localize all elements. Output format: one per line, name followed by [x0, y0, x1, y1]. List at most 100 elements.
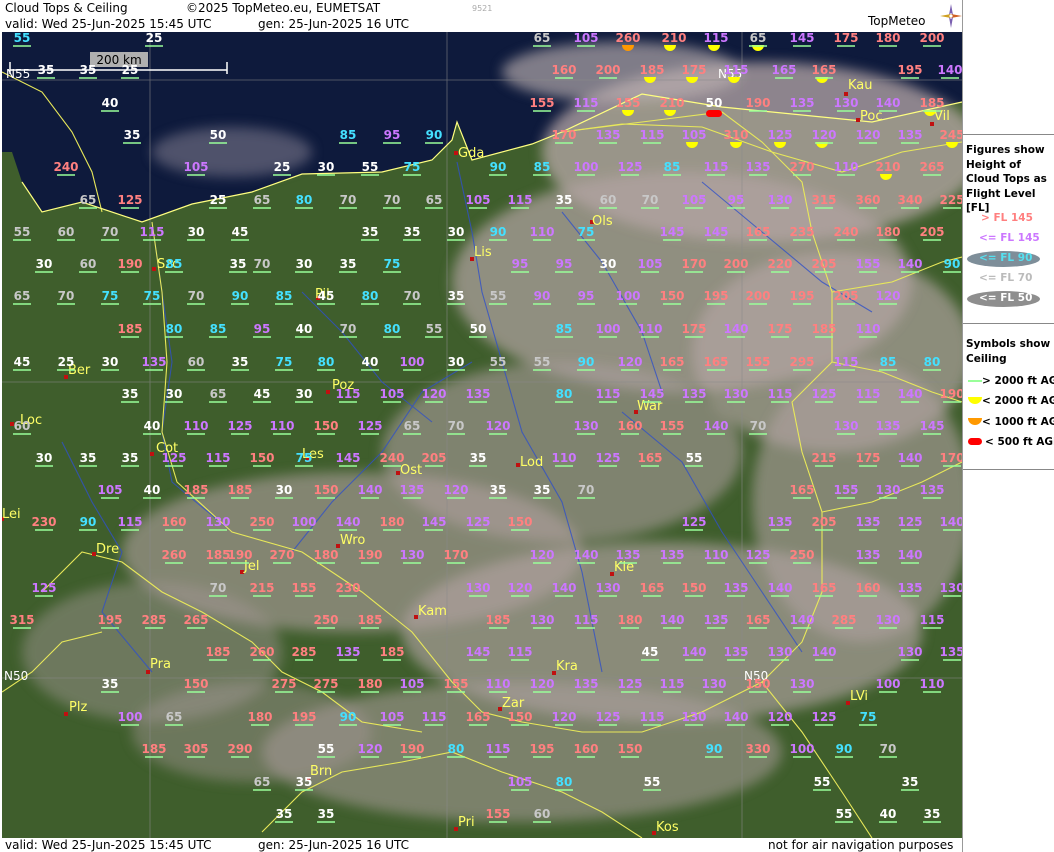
- cloud-top-label: 105: [573, 32, 598, 45]
- cloud-top-label: 155: [833, 483, 858, 497]
- cloud-top-label: 305: [183, 742, 208, 756]
- cloud-top-label: 65: [80, 193, 97, 207]
- cloud-top-label: 120: [357, 742, 382, 756]
- cloud-top-label: 125: [681, 515, 706, 529]
- cloud-top-label: 55: [426, 322, 443, 336]
- cloud-top-label: 50: [706, 96, 723, 110]
- cloud-top-label: 240: [833, 225, 858, 239]
- cloud-top-label: 115: [573, 613, 598, 627]
- ceiling-500-icon: [968, 438, 982, 445]
- disclaimer: not for air navigation purposes: [768, 838, 954, 852]
- city-marker: [152, 267, 156, 271]
- cloud-top-label: 70: [188, 289, 205, 303]
- cloud-top-label: 95: [384, 128, 401, 142]
- legend-symbols-title: Symbols show Ceiling: [966, 338, 1051, 365]
- cloud-top-label: 35: [318, 807, 335, 821]
- cloud-top-label: 150: [249, 451, 274, 465]
- cloud-top-label: 215: [249, 581, 274, 595]
- cloud-top-label: 80: [448, 742, 465, 756]
- cloud-top-label: 145: [421, 515, 446, 529]
- cloud-top-label: 140: [897, 257, 922, 271]
- city-marker: [64, 712, 68, 716]
- cloud-top-label: 30: [102, 355, 119, 369]
- cloud-top-label: 60: [188, 355, 205, 369]
- cloud-top-label: 125: [117, 193, 142, 207]
- cloud-top-label: 30: [296, 257, 313, 271]
- cloud-top-label: 75: [578, 225, 595, 239]
- cloud-top-label: 115: [485, 742, 510, 756]
- cloud-top-label: 150: [183, 677, 208, 691]
- cloud-top-label: 110: [551, 451, 576, 465]
- cloud-top-label: 105: [379, 387, 404, 401]
- cloud-top-label: 185: [141, 742, 166, 756]
- cloud-top-label: 230: [31, 515, 56, 529]
- cloud-top-label: 65: [404, 419, 421, 433]
- cloud-top-label: 115: [335, 387, 360, 401]
- cloud-top-label: 140: [875, 96, 900, 110]
- cloud-top-label: 190: [357, 548, 382, 562]
- city-marker: [150, 452, 154, 456]
- cloud-top-label: 125: [595, 710, 620, 724]
- cloud-top-label: 125: [617, 677, 642, 691]
- cloud-top-label: 275: [271, 677, 296, 691]
- cloud-top-label: 55: [14, 225, 31, 239]
- cloud-top-label: 285: [291, 645, 316, 659]
- cloud-top-label: 295: [789, 355, 814, 369]
- cloud-top-label: 80: [556, 775, 573, 789]
- cloud-top-label: 55: [686, 451, 703, 465]
- cloud-top-label: 130: [939, 581, 962, 595]
- latitude-label: N55: [6, 67, 30, 81]
- cloud-top-label: 60: [600, 193, 617, 207]
- cloud-top-label: 120: [485, 419, 510, 433]
- cloud-top-label: 205: [811, 515, 836, 529]
- cloud-top-label: 130: [205, 515, 230, 529]
- cloud-top-label: 210: [659, 96, 684, 110]
- cloud-top-label: 140: [897, 387, 922, 401]
- cloud-top-label: 110: [919, 677, 944, 691]
- cloud-top-label: 135: [897, 128, 922, 142]
- cloud-top-label: 40: [296, 322, 313, 336]
- cloud-top-label: 180: [617, 613, 642, 627]
- cloud-top-label: 315: [9, 613, 34, 627]
- cloud-top-label: 145: [335, 451, 360, 465]
- cloud-top-label: 205: [919, 225, 944, 239]
- cloud-top-label: 330: [745, 742, 770, 756]
- cloud-top-label: 35: [296, 775, 313, 789]
- city-label: Kra: [556, 659, 578, 674]
- cloud-top-label: 30: [276, 483, 293, 497]
- ceiling-2000-icon: [968, 397, 982, 404]
- cloud-top-label: 55: [836, 807, 853, 821]
- cloud-top-label: 150: [507, 515, 532, 529]
- cloud-top-label: 75: [102, 289, 119, 303]
- map-title: Cloud Tops & Ceiling: [5, 1, 128, 15]
- cloud-top-label: 140: [335, 515, 360, 529]
- cloud-top-label: 135: [919, 483, 944, 497]
- cloud-top-label: 145: [465, 645, 490, 659]
- cloud-top-label: 35: [38, 63, 55, 77]
- cloud-top-label: 170: [681, 257, 706, 271]
- cloud-top-label: 65: [14, 289, 31, 303]
- cloud-top-label: 185: [379, 645, 404, 659]
- cloud-top-label: 135: [615, 548, 640, 562]
- city-label: Kam: [418, 604, 447, 619]
- cloud-top-label: 165: [639, 581, 664, 595]
- cloud-top-label: 150: [313, 483, 338, 497]
- cloud-top-label: 340: [897, 193, 922, 207]
- cloud-top-label: 290: [227, 742, 252, 756]
- cloud-top-label: 80: [924, 355, 941, 369]
- cloud-top-label: 105: [681, 128, 706, 142]
- cloud-top-label: 55: [490, 355, 507, 369]
- cloud-top-label: 140: [551, 581, 576, 595]
- cloud-top-label: 25: [146, 32, 163, 45]
- cloud-top-label: 65: [426, 193, 443, 207]
- cloud-top-label: 205: [811, 257, 836, 271]
- cloud-top-label: 75: [144, 289, 161, 303]
- cloud-top-label: 140: [681, 645, 706, 659]
- city-label: Wro: [340, 533, 365, 548]
- cloud-top-label: 150: [681, 581, 706, 595]
- cloud-top-label: 185: [205, 645, 230, 659]
- cloud-top-label: 30: [36, 257, 53, 271]
- cloud-top-label: 165: [745, 613, 770, 627]
- cloud-top-label: 125: [595, 451, 620, 465]
- cloud-top-label: 105: [507, 775, 532, 789]
